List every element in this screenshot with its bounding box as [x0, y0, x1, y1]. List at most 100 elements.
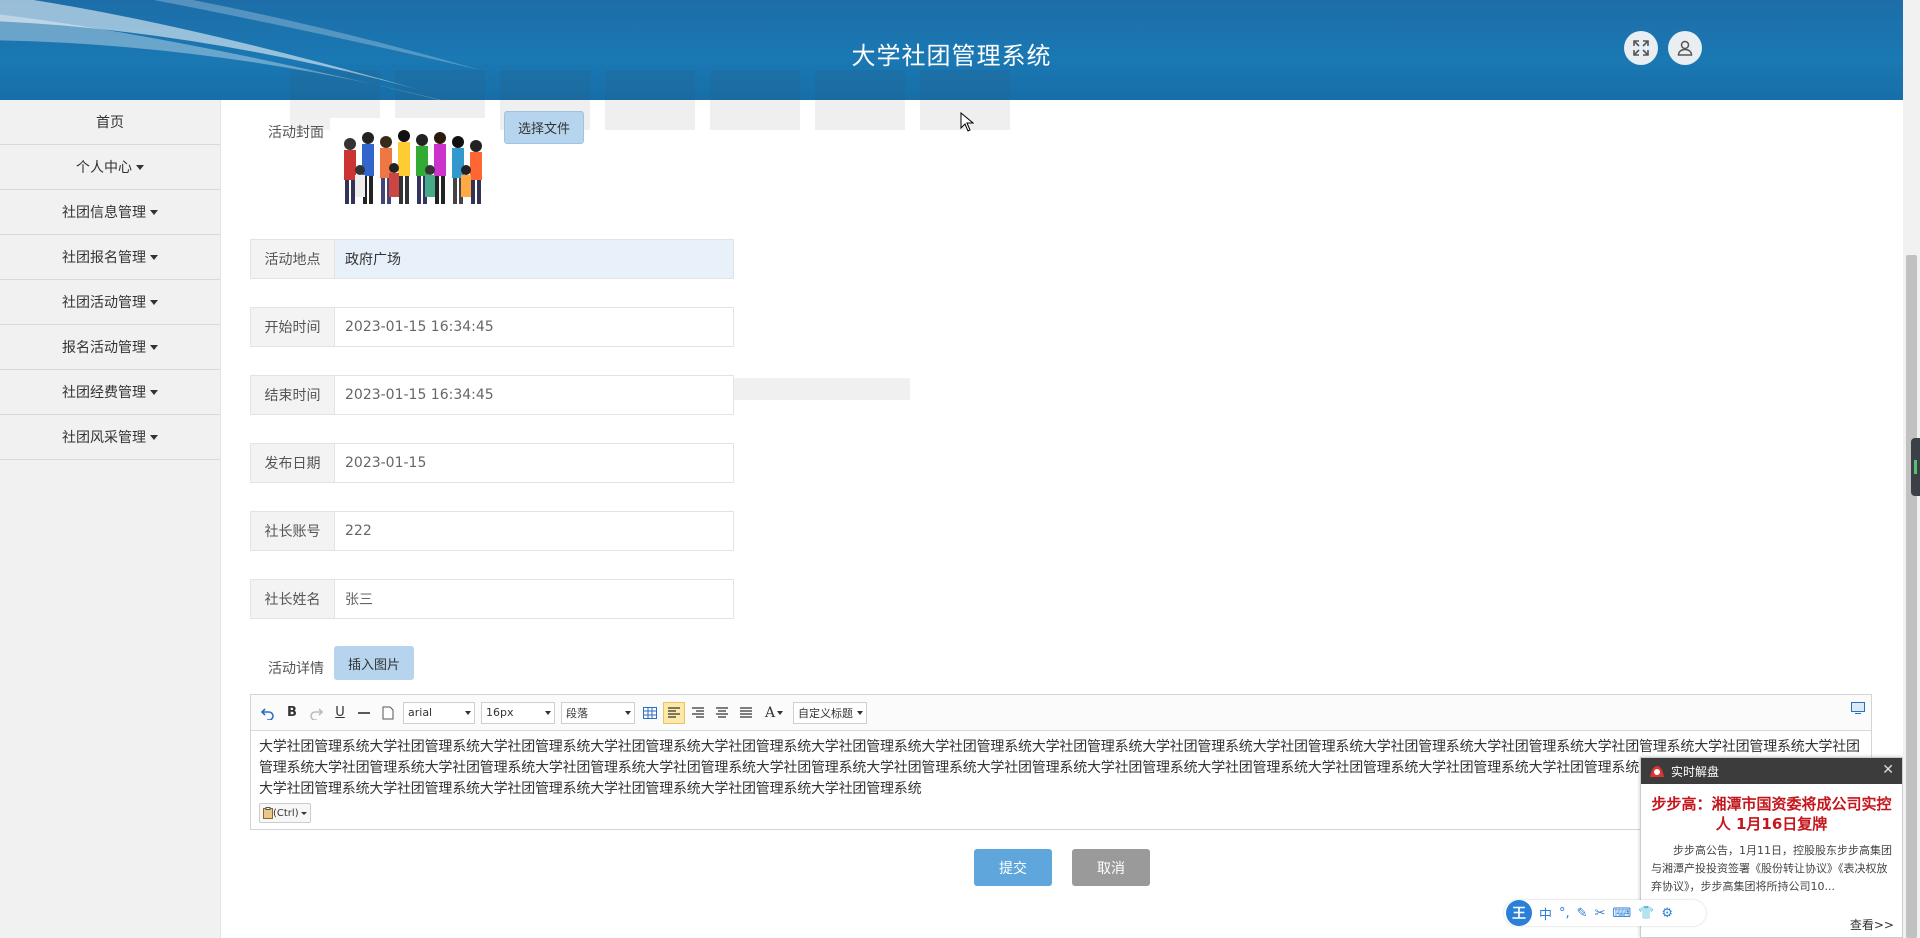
align-right-button[interactable] — [687, 702, 709, 724]
align-justify-icon — [740, 706, 752, 718]
page-scrollbar[interactable] — [1903, 0, 1920, 938]
president-account-row: 社长账号 222 — [250, 511, 734, 551]
keyboard-icon[interactable]: ⌨ — [1612, 906, 1631, 921]
end-time-input[interactable]: 2023-01-15 16:34:45 — [334, 375, 734, 415]
font-family-value: arial — [408, 706, 433, 719]
caret-down-icon — [150, 209, 158, 215]
president-name-row: 社长姓名 张三 — [250, 579, 734, 619]
sidebar-item-label: 社团信息管理 — [62, 205, 146, 221]
custom-heading-value: 自定义标题 — [798, 706, 853, 720]
horizontal-rule-icon — [358, 711, 370, 714]
align-justify-button[interactable] — [735, 702, 757, 724]
fullscreen-editor-button[interactable] — [1851, 702, 1865, 718]
paste-options-chip[interactable]: (Ctrl) — [259, 803, 311, 823]
president-name-input[interactable]: 张三 — [334, 579, 734, 619]
redo-button[interactable] — [305, 702, 327, 724]
ime-logo-icon[interactable]: 王 — [1506, 900, 1532, 926]
location-row: 活动地点 政府广场 — [250, 239, 734, 279]
sidebar-item-home[interactable]: 首页 — [0, 100, 220, 145]
dropdown-arrow-icon — [857, 710, 863, 715]
caret-down-icon — [150, 389, 158, 395]
underline-button[interactable]: U — [329, 702, 351, 724]
align-center-icon — [716, 706, 728, 718]
custom-heading-select[interactable]: 自定义标题 — [793, 701, 867, 724]
sidebar-item-personal-center[interactable]: 个人中心 — [0, 145, 220, 190]
paragraph-value: 段落 — [566, 706, 588, 720]
font-family-select[interactable]: arial — [403, 701, 475, 724]
bold-icon: B — [287, 705, 297, 720]
caret-down-icon — [150, 299, 158, 305]
scissors-icon[interactable]: ✂ — [1595, 906, 1606, 921]
location-input[interactable]: 政府广场 — [334, 239, 734, 279]
choose-file-button[interactable]: 选择文件 — [504, 111, 584, 144]
align-center-button[interactable] — [711, 702, 733, 724]
undo-button[interactable] — [257, 702, 279, 724]
pen-icon[interactable]: ✎ — [1577, 906, 1588, 921]
sidebar-item-club-activity[interactable]: 社团活动管理 — [0, 280, 220, 325]
scrollbar-thumb[interactable] — [1906, 255, 1917, 938]
fullscreen-button[interactable] — [1624, 31, 1658, 65]
editor-content[interactable]: 大学社团管理系统大学社团管理系统大学社团管理系统大学社团管理系统大学社团管理系统… — [251, 731, 1871, 829]
skin-icon[interactable]: 👕 — [1638, 906, 1654, 921]
dropdown-arrow-icon — [625, 710, 631, 715]
caret-down-icon — [150, 254, 158, 260]
start-time-input[interactable]: 2023-01-15 16:34:45 — [334, 307, 734, 347]
underline-icon: U — [335, 705, 345, 720]
insert-table-button[interactable] — [639, 702, 661, 724]
stock-logo-icon — [1650, 766, 1664, 777]
sidebar-nav: 首页 个人中心 社团信息管理 社团报名管理 社团活动管理 报名活动管理 社团经费… — [0, 100, 221, 938]
font-size-select[interactable]: 16px — [481, 701, 555, 724]
popup-headline[interactable]: 步步高：湘潭市国资委将成公司实控人 1月16日复牌 — [1641, 784, 1902, 840]
sidebar-item-club-signup[interactable]: 社团报名管理 — [0, 235, 220, 280]
editor-toolbar: B U arial 16px 段落 A 自定义标题 — [251, 695, 1871, 731]
font-color-button[interactable]: A — [759, 702, 789, 724]
close-icon[interactable]: ✕ — [1882, 762, 1894, 778]
font-color-dropdown — [775, 702, 784, 724]
rich-text-editor: B U arial 16px 段落 A 自定义标题 大学社团管理系统大学社团管理… — [250, 694, 1872, 830]
sidebar-item-label: 报名活动管理 — [62, 340, 146, 356]
insert-image-button[interactable]: 插入图片 — [334, 646, 414, 680]
align-left-icon — [668, 706, 680, 718]
mouse-cursor-icon — [960, 112, 974, 132]
align-left-button[interactable] — [663, 701, 685, 724]
submit-button[interactable]: 提交 — [974, 849, 1052, 886]
paragraph-select[interactable]: 段落 — [561, 701, 635, 724]
sidebar-item-label: 社团报名管理 — [62, 250, 146, 266]
cover-label: 活动封面 — [268, 125, 324, 141]
redo-icon — [310, 707, 323, 720]
sidebar-item-club-info[interactable]: 社团信息管理 — [0, 190, 220, 235]
caret-down-icon — [150, 344, 158, 350]
end-time-label: 结束时间 — [250, 375, 334, 415]
user-menu-button[interactable] — [1668, 31, 1702, 65]
clipboard-icon — [263, 807, 273, 819]
start-time-label: 开始时间 — [250, 307, 334, 347]
bold-button[interactable]: B — [281, 702, 303, 724]
side-widget-tab[interactable] — [1911, 438, 1920, 496]
punctuation-icon[interactable]: °, — [1559, 906, 1570, 921]
sidebar-item-club-funds[interactable]: 社团经费管理 — [0, 370, 220, 415]
caret-down-icon — [136, 164, 144, 170]
popup-more-link[interactable]: 查看>> — [1850, 916, 1894, 933]
detail-label: 活动详情 — [268, 661, 324, 677]
sidebar-item-club-style[interactable]: 社团风采管理 — [0, 415, 220, 460]
dropdown-arrow-icon — [300, 811, 307, 815]
president-name-label: 社长姓名 — [250, 579, 334, 619]
president-account-input[interactable]: 222 — [334, 511, 734, 551]
location-label: 活动地点 — [250, 239, 334, 279]
caret-down-icon — [150, 434, 158, 440]
sidebar-item-label: 首页 — [96, 115, 124, 131]
sidebar-item-activity-signup[interactable]: 报名活动管理 — [0, 325, 220, 370]
horizontal-rule-button[interactable] — [353, 702, 375, 724]
paste-hint: (Ctrl) — [273, 807, 299, 819]
publish-date-input[interactable]: 2023-01-15 — [334, 443, 734, 483]
sidebar-item-label: 社团活动管理 — [62, 295, 146, 311]
cancel-button[interactable]: 取消 — [1072, 849, 1150, 886]
settings-gear-icon[interactable]: ⚙ — [1661, 906, 1673, 921]
align-right-icon — [692, 706, 704, 718]
fullscreen-icon — [1633, 40, 1649, 56]
ime-toolbar: 王 中 °, ✎ ✂ ⌨ 👕 ⚙ — [1504, 900, 1706, 926]
blank-page-button[interactable] — [377, 702, 399, 724]
ime-mode-toggle[interactable]: 中 — [1539, 904, 1552, 923]
user-icon — [1677, 40, 1693, 56]
sidebar-item-label: 社团风采管理 — [62, 430, 146, 446]
